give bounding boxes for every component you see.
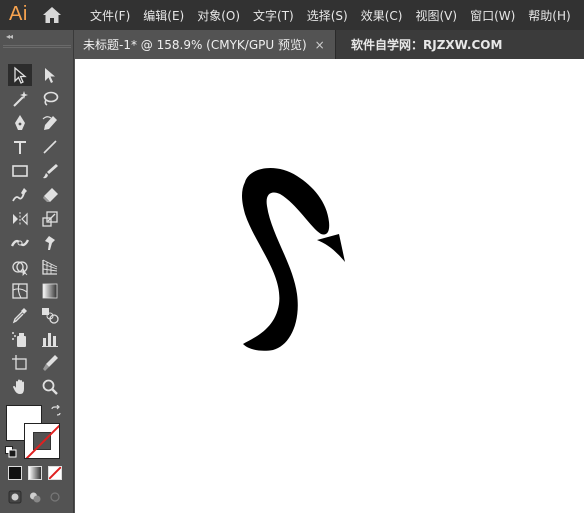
menu-select[interactable]: 选择(S)	[307, 7, 348, 24]
shaper-tool-icon[interactable]	[8, 184, 32, 206]
menu-bar: Ai 文件(F) 编辑(E) 对象(O) 文字(T) 选择(S) 效果(C) 视…	[0, 0, 584, 30]
draw-normal-icon[interactable]	[8, 490, 22, 504]
color-mode-button[interactable]	[8, 466, 22, 480]
curvature-tool-icon[interactable]	[38, 112, 62, 134]
close-icon[interactable]: ×	[315, 38, 325, 52]
lasso-tool-icon[interactable]	[38, 88, 62, 110]
menu-help[interactable]: 帮助(H)	[528, 7, 570, 24]
reflect-tool-icon[interactable]	[8, 208, 32, 230]
artboard-tool-icon[interactable]	[8, 352, 32, 374]
draw-behind-icon[interactable]	[28, 490, 42, 504]
stroke-color-swatch[interactable]	[24, 423, 60, 459]
eraser-tool-icon[interactable]	[38, 184, 62, 206]
zoom-tool-icon[interactable]	[38, 376, 62, 398]
eyedropper-tool-icon[interactable]	[8, 304, 32, 326]
type-tool-icon[interactable]	[8, 136, 32, 158]
menu-view[interactable]: 视图(V)	[415, 7, 457, 24]
line-segment-tool-icon[interactable]	[38, 136, 62, 158]
menu-object[interactable]: 对象(O)	[197, 7, 240, 24]
artboard-canvas[interactable]	[75, 59, 584, 513]
panel-grip[interactable]	[3, 45, 71, 48]
menu-file[interactable]: 文件(F)	[90, 7, 130, 24]
magic-wand-tool-icon[interactable]	[8, 88, 32, 110]
document-tab-title: 未标题-1* @ 158.9% (CMYK/GPU 预览)	[83, 38, 307, 52]
pen-tool-icon[interactable]	[8, 112, 32, 134]
swan-artwork[interactable]	[235, 164, 345, 354]
width-tool-icon[interactable]	[8, 232, 32, 254]
collapse-panel-icon[interactable]: ◂◂	[6, 32, 13, 41]
document-tab-inactive[interactable]: 软件自学网：RJZXW.COM	[351, 30, 502, 59]
default-fill-stroke-icon[interactable]	[5, 446, 17, 458]
hand-tool-icon[interactable]	[8, 376, 32, 398]
swap-fill-stroke-icon[interactable]	[50, 405, 62, 417]
scale-tool-icon[interactable]	[38, 208, 62, 230]
gradient-mode-button[interactable]	[28, 466, 42, 480]
document-tab-bar: 未标题-1* @ 158.9% (CMYK/GPU 预览) × 软件自学网：RJ…	[74, 30, 584, 59]
menu-type[interactable]: 文字(T)	[253, 7, 294, 24]
menu-edit[interactable]: 编辑(E)	[143, 7, 184, 24]
app-logo: Ai	[9, 3, 28, 25]
shape-builder-tool-icon[interactable]	[8, 256, 32, 278]
blend-tool-icon[interactable]	[38, 304, 62, 326]
menu-window[interactable]: 窗口(W)	[470, 7, 515, 24]
gradient-tool-icon[interactable]	[38, 280, 62, 302]
selection-tool-icon[interactable]	[8, 64, 32, 86]
none-mode-button[interactable]	[48, 466, 62, 480]
perspective-grid-tool-icon[interactable]	[38, 256, 62, 278]
column-graph-tool-icon[interactable]	[38, 328, 62, 350]
tools-panel: ◂◂	[0, 30, 74, 513]
draw-inside-icon[interactable]	[48, 490, 62, 504]
direct-selection-tool-icon[interactable]	[38, 64, 62, 86]
symbol-sprayer-tool-icon[interactable]	[8, 328, 32, 350]
puppet-warp-tool-icon[interactable]	[38, 232, 62, 254]
mesh-tool-icon[interactable]	[8, 280, 32, 302]
rectangle-tool-icon[interactable]	[8, 160, 32, 182]
menu-effect[interactable]: 效果(C)	[361, 7, 403, 24]
slice-tool-icon[interactable]	[38, 352, 62, 374]
home-icon[interactable]	[42, 6, 62, 24]
document-tab-active[interactable]: 未标题-1* @ 158.9% (CMYK/GPU 预览) ×	[74, 30, 336, 59]
inactive-tab-title: 软件自学网：RJZXW.COM	[351, 38, 503, 52]
paintbrush-tool-icon[interactable]	[38, 160, 62, 182]
